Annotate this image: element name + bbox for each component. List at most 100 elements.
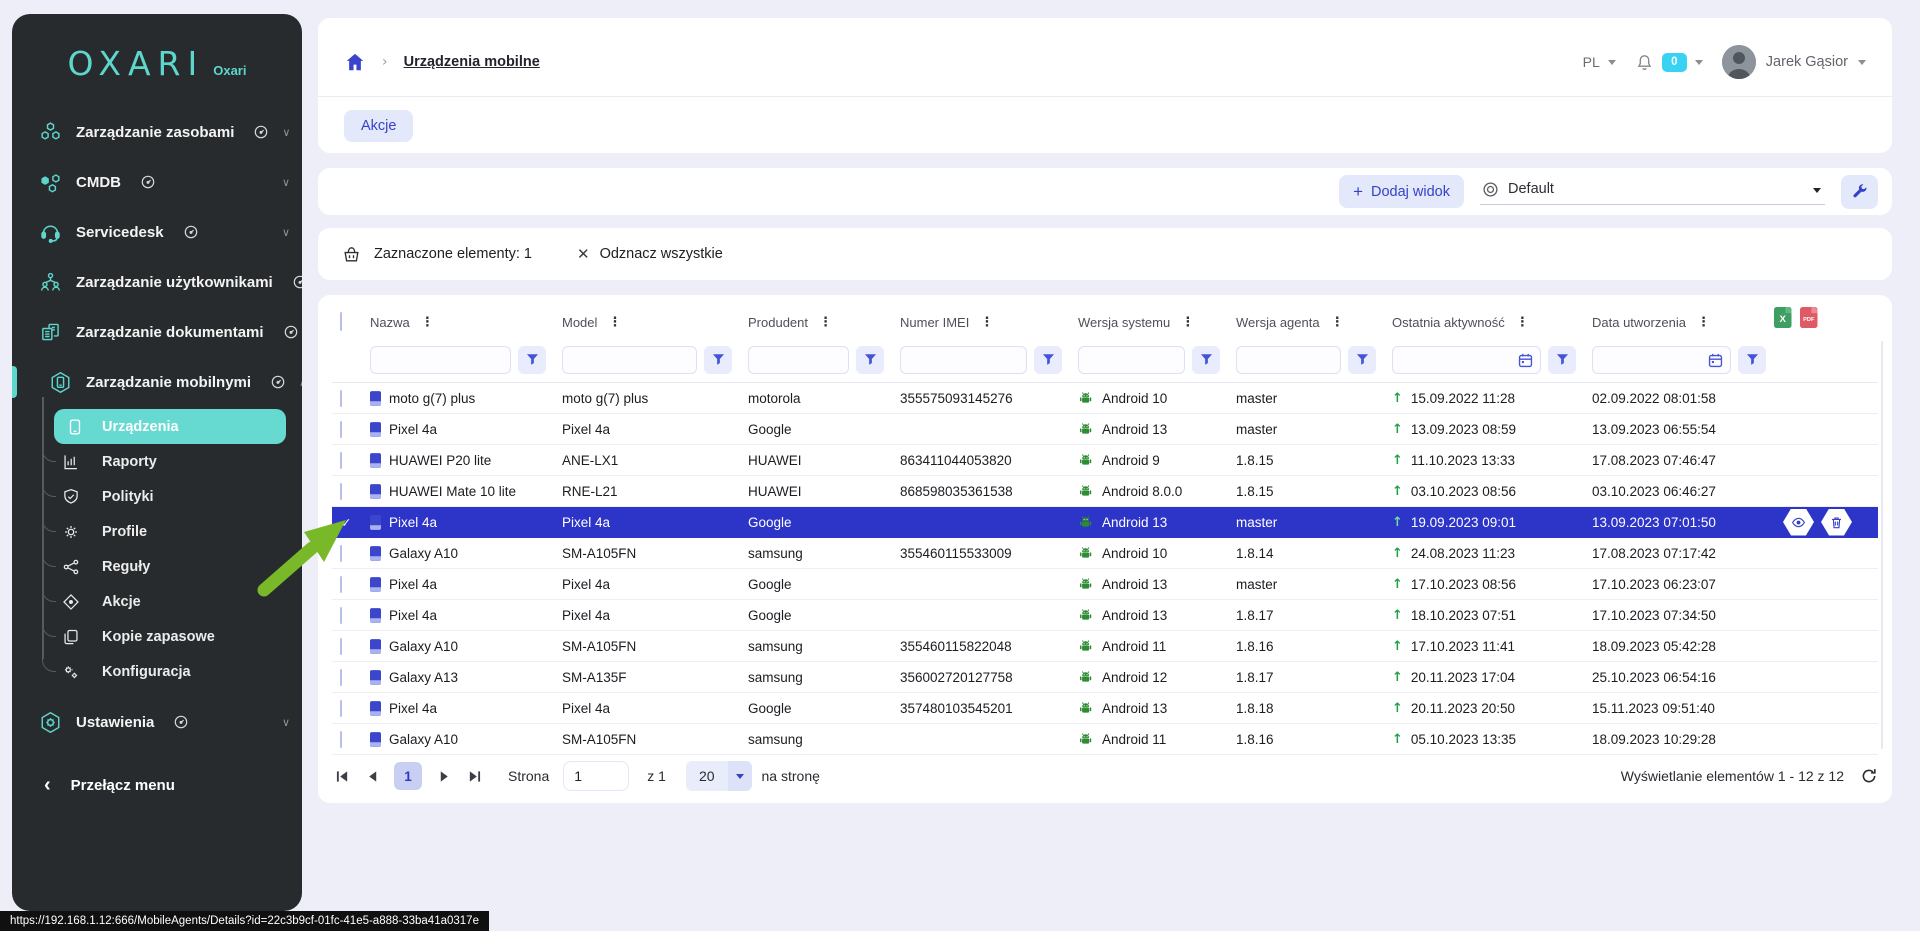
table-settings-button[interactable] xyxy=(1841,175,1878,209)
sidebar-item-reguły[interactable]: Reguły xyxy=(12,549,302,584)
filter-funnel-button[interactable] xyxy=(1738,346,1766,374)
column-menu-icon[interactable]: ⋮ xyxy=(1697,316,1710,329)
row-checkbox[interactable] xyxy=(340,452,342,469)
export-pdf-button[interactable]: PDF xyxy=(1800,307,1818,328)
filter-input-wersja-agenta[interactable] xyxy=(1237,347,1340,373)
select-all-checkbox[interactable] xyxy=(340,312,342,331)
sidebar-item-zarządzanie-użytkownikami[interactable]: Zarządzanie użytkownikami∨ xyxy=(12,257,302,307)
system-version: Android 13 xyxy=(1102,422,1167,437)
table-row[interactable]: moto g(7) plusmoto g(7) plusmotorola3555… xyxy=(332,383,1878,414)
row-checkbox[interactable] xyxy=(340,483,342,500)
sidebar-item-cmdb[interactable]: CMDB∨ xyxy=(12,157,302,207)
column-header-label[interactable]: Produdent xyxy=(748,315,808,330)
column-header-label[interactable]: Numer IMEI xyxy=(900,315,969,330)
first-page-button[interactable] xyxy=(332,766,352,786)
table-scrollbar[interactable] xyxy=(1881,341,1883,749)
filter-funnel-button[interactable] xyxy=(518,346,546,374)
column-header-label[interactable]: Wersja systemu xyxy=(1078,315,1170,330)
filter-input-nazwa[interactable] xyxy=(371,347,510,373)
sidebar-item-zarządzanie-dokumentami[interactable]: Zarządzanie dokumentami∨ xyxy=(12,307,302,357)
filter-funnel-button[interactable] xyxy=(1034,346,1062,374)
filter-input-numer-imei[interactable] xyxy=(901,347,1026,373)
table-row[interactable]: Galaxy A10SM-A105FNsamsung35546011582204… xyxy=(332,631,1878,662)
sidebar-item-ustawienia[interactable]: Ustawienia∨ xyxy=(12,697,302,747)
column-menu-icon[interactable]: ⋮ xyxy=(1516,316,1529,329)
view-selector[interactable]: Default xyxy=(1480,178,1825,205)
column-header-label[interactable]: Ostatnia aktywność xyxy=(1392,315,1505,330)
refresh-button[interactable] xyxy=(1860,767,1878,785)
column-header-label[interactable]: Nazwa xyxy=(370,315,410,330)
table-row[interactable]: Galaxy A13SM-A135Fsamsung356002720127758… xyxy=(332,662,1878,693)
filter-input-model[interactable] xyxy=(563,347,696,373)
row-checkbox[interactable] xyxy=(340,545,342,562)
column-menu-icon[interactable]: ⋮ xyxy=(980,316,993,329)
filter-funnel-button[interactable] xyxy=(1348,346,1376,374)
sidebar-item-profile[interactable]: Profile xyxy=(12,514,302,549)
page-size-select[interactable]: 20 xyxy=(686,761,752,791)
column-menu-icon[interactable]: ⋮ xyxy=(1331,316,1344,329)
column-menu-icon[interactable]: ⋮ xyxy=(608,316,621,329)
page-number-input[interactable] xyxy=(563,761,629,791)
export-excel-button[interactable]: X xyxy=(1774,307,1792,328)
prev-page-button[interactable] xyxy=(362,766,382,786)
sidebar-item-akcje[interactable]: Akcje xyxy=(12,584,302,619)
column-menu-icon[interactable]: ⋮ xyxy=(421,316,434,329)
sidebar-item-konfiguracja[interactable]: Konfiguracja xyxy=(12,654,302,689)
add-view-button[interactable]: + Dodaj widok xyxy=(1339,175,1464,208)
filter-funnel-button[interactable] xyxy=(1192,346,1220,374)
sidebar-item-servicedesk[interactable]: Servicedesk∨ xyxy=(12,207,302,257)
sidebar-item-polityki[interactable]: Polityki xyxy=(12,479,302,514)
deselect-all-button[interactable]: ✕ Odznacz wszystkie xyxy=(577,245,723,263)
calendar-icon[interactable] xyxy=(1517,352,1534,369)
filter-input-wersja-systemu[interactable] xyxy=(1079,347,1184,373)
current-page-button[interactable]: 1 xyxy=(394,762,422,790)
table-row[interactable]: ✓Pixel 4aPixel 4aGoogleAndroid 13master↑… xyxy=(332,507,1878,538)
table-row[interactable]: Galaxy A10SM-A105FNsamsung35546011553300… xyxy=(332,538,1878,569)
sidebar-item-kopie-zapasowe[interactable]: Kopie zapasowe xyxy=(12,619,302,654)
language-selector[interactable]: PL xyxy=(1583,54,1616,70)
table-row[interactable]: Pixel 4aPixel 4aGoogle357480103545201And… xyxy=(332,693,1878,724)
filter-funnel-button[interactable] xyxy=(856,346,884,374)
sidebar-collapse-button[interactable]: ‹ Przełącz menu xyxy=(12,775,302,795)
sidebar-item-urządzenia[interactable]: Urządzenia xyxy=(54,409,286,444)
row-checkbox[interactable] xyxy=(340,576,342,593)
row-checkbox[interactable] xyxy=(340,390,342,407)
notifications-button[interactable]: 0 xyxy=(1635,53,1703,72)
phone-icon xyxy=(370,546,381,561)
calendar-icon[interactable] xyxy=(1707,352,1724,369)
row-checkbox[interactable] xyxy=(340,669,342,686)
sidebar-item-zarządzanie-zasobami[interactable]: Zarządzanie zasobami∨ xyxy=(12,107,302,157)
table-row[interactable]: Galaxy A10SM-A105FNsamsungAndroid 111.8.… xyxy=(332,724,1878,755)
breadcrumb-page-link[interactable]: Urządzenia mobilne xyxy=(404,54,540,70)
filter-funnel-button[interactable] xyxy=(704,346,732,374)
table-row[interactable]: Pixel 4aPixel 4aGoogleAndroid 13master↑1… xyxy=(332,569,1878,600)
view-details-button[interactable] xyxy=(1783,509,1814,536)
column-menu-icon[interactable]: ⋮ xyxy=(1181,316,1194,329)
home-icon[interactable] xyxy=(344,51,366,73)
system-version: Android 13 xyxy=(1102,515,1167,530)
column-menu-icon[interactable]: ⋮ xyxy=(819,316,832,329)
sidebar-item-raporty[interactable]: Raporty xyxy=(12,444,302,479)
row-checkbox[interactable] xyxy=(340,731,342,748)
row-checkbox[interactable] xyxy=(340,638,342,655)
cell-model: SM-A105FN xyxy=(562,732,748,747)
table-row[interactable]: HUAWEI P20 liteANE-LX1HUAWEI863411044053… xyxy=(332,445,1878,476)
column-header-label[interactable]: Data utworzenia xyxy=(1592,315,1686,330)
last-page-button[interactable] xyxy=(464,766,484,786)
user-menu[interactable]: Jarek Gąsior xyxy=(1722,45,1866,79)
filter-funnel-button[interactable] xyxy=(1548,346,1576,374)
akcje-button[interactable]: Akcje xyxy=(344,110,413,142)
column-header-label[interactable]: Wersja agenta xyxy=(1236,315,1320,330)
next-page-button[interactable] xyxy=(434,766,454,786)
row-checkbox[interactable] xyxy=(340,607,342,624)
delete-button[interactable] xyxy=(1821,509,1852,536)
sidebar-item-zarządzanie-mobilnymi[interactable]: Zarządzanie mobilnymi∧ xyxy=(12,357,302,407)
table-row[interactable]: Pixel 4aPixel 4aGoogleAndroid 13master↑1… xyxy=(332,414,1878,445)
filter-input-produdent[interactable] xyxy=(749,347,848,373)
table-row[interactable]: Pixel 4aPixel 4aGoogleAndroid 131.8.17↑1… xyxy=(332,600,1878,631)
row-checkbox[interactable] xyxy=(340,700,342,717)
column-header-wersja-systemu: Wersja systemu ⋮ xyxy=(1078,315,1236,330)
column-header-label[interactable]: Model xyxy=(562,315,597,330)
table-row[interactable]: HUAWEI Mate 10 liteRNE-L21HUAWEI86859803… xyxy=(332,476,1878,507)
row-checkbox[interactable] xyxy=(340,421,342,438)
